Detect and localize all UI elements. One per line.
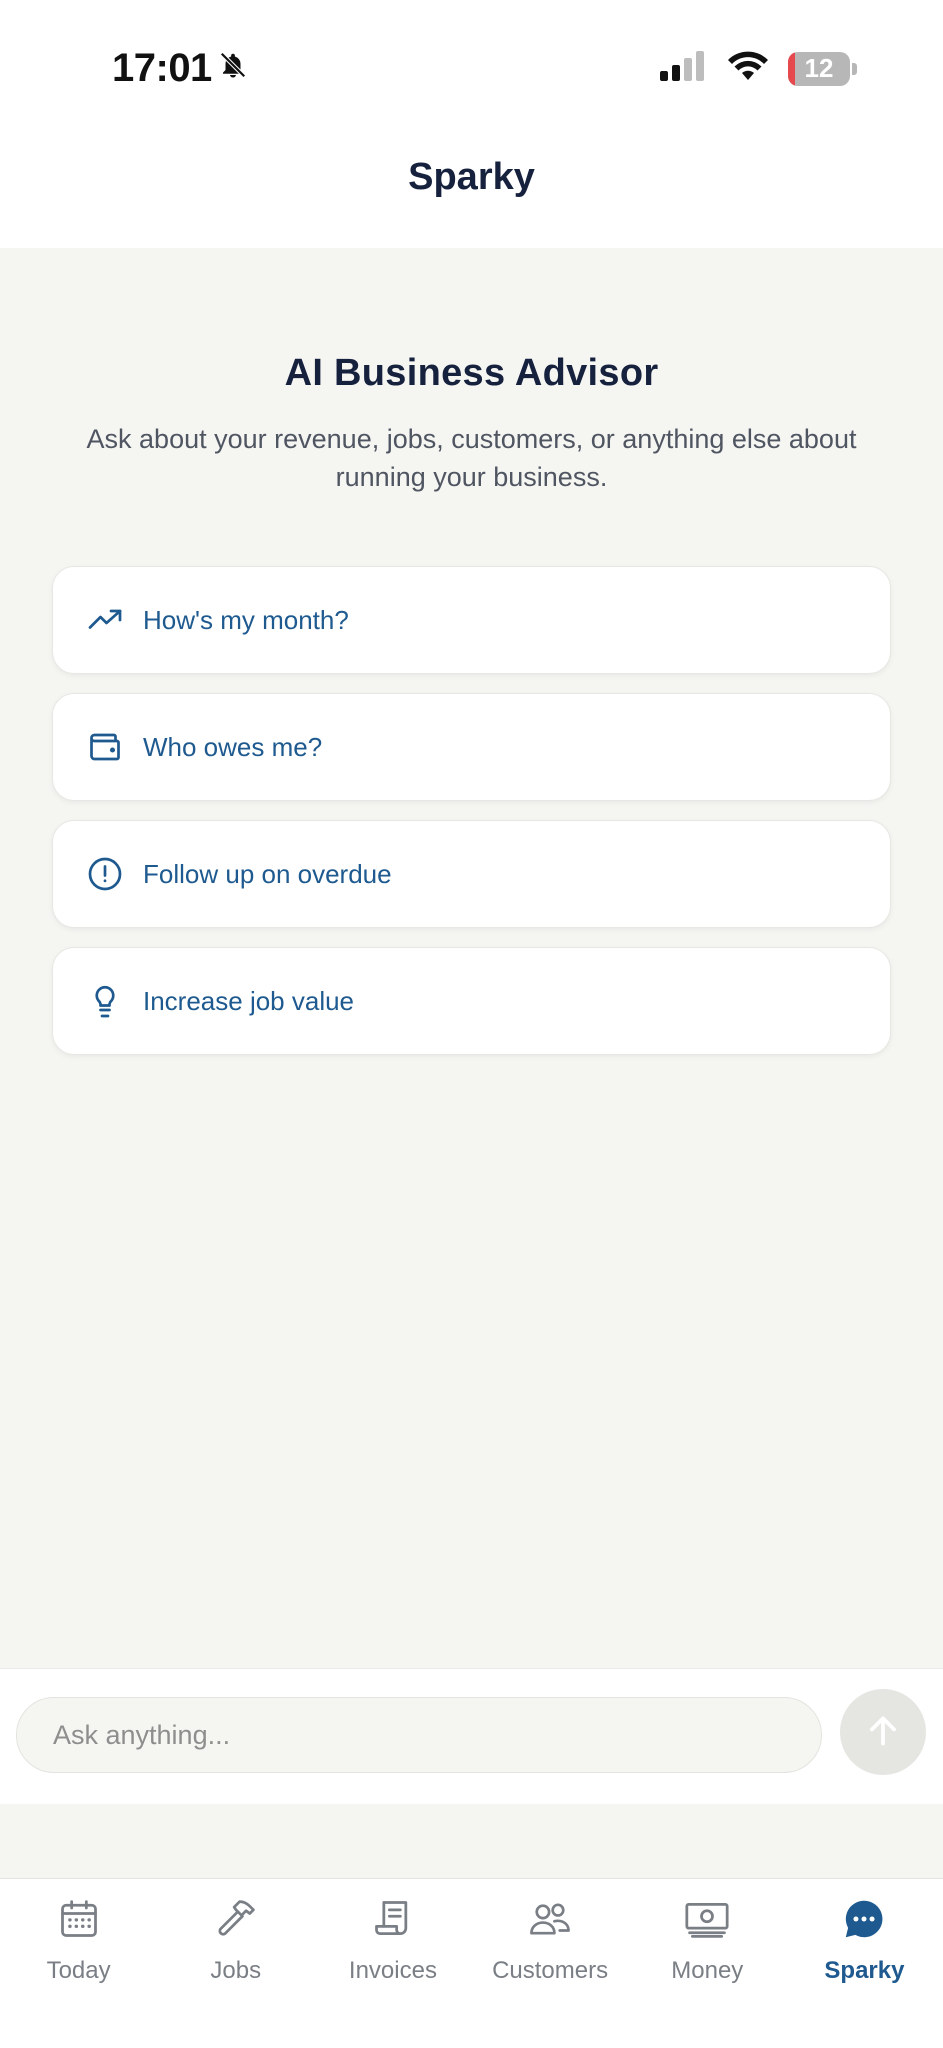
- status-time: 17:01: [112, 46, 248, 91]
- tab-label: Sparky: [824, 1957, 905, 1984]
- suggestion-label: Increase job value: [143, 985, 355, 1016]
- users-icon: [526, 1895, 574, 1943]
- wallet-icon: [87, 729, 123, 765]
- tab-label: Invoices: [348, 1957, 437, 1984]
- tab-label: Jobs: [210, 1957, 262, 1984]
- send-button[interactable]: [840, 1689, 926, 1775]
- suggestion-card-overdue[interactable]: Follow up on overdue: [52, 820, 891, 928]
- bell-slash-icon: [218, 46, 248, 91]
- suggestion-label: How's my month?: [143, 604, 349, 635]
- tab-label: Money: [671, 1957, 744, 1984]
- tab-today[interactable]: Today: [0, 1879, 157, 2048]
- sparky-screen: 17:01 12 Sparky AI Business Advisor Ask …: [0, 0, 943, 2048]
- arrow-up-icon: [864, 1712, 902, 1753]
- suggestion-list: How's my month? Who owes me? Follow up o…: [52, 566, 891, 1074]
- tab-label: Customers: [492, 1957, 609, 1984]
- alert-circle-icon: [87, 856, 123, 892]
- cellular-signal-icon: [660, 51, 708, 86]
- suggestion-label: Follow up on overdue: [143, 858, 392, 889]
- hero-subtitle: Ask about your revenue, jobs, customers,…: [86, 424, 857, 492]
- tab-jobs[interactable]: Jobs: [157, 1879, 314, 2048]
- chat-bubble-icon: [840, 1895, 888, 1943]
- hammer-icon: [212, 1895, 260, 1943]
- tab-bar: Today Jobs Invoices Customers Money Spar…: [0, 1878, 943, 2048]
- suggestion-card-job-value[interactable]: Increase job value: [52, 947, 891, 1055]
- battery-indicator: 12: [788, 51, 850, 86]
- battery-icon: 12: [788, 51, 857, 86]
- tab-invoices[interactable]: Invoices: [314, 1879, 471, 2048]
- tab-money[interactable]: Money: [629, 1879, 786, 2048]
- ask-input[interactable]: [16, 1697, 822, 1773]
- lightbulb-icon: [87, 983, 123, 1019]
- tab-sparky[interactable]: Sparky: [786, 1879, 943, 2048]
- calendar-icon: [55, 1895, 103, 1943]
- suggestion-label: Who owes me?: [143, 731, 323, 762]
- top-bar: 17:01 12 Sparky: [0, 0, 943, 248]
- battery-fill: [788, 51, 795, 86]
- page-title: Sparky: [408, 156, 535, 198]
- battery-level-text: 12: [804, 53, 834, 83]
- trending-up-icon: [87, 602, 123, 638]
- wifi-icon: [726, 50, 770, 87]
- status-time-text: 17:01: [112, 46, 212, 90]
- suggestion-card-owes[interactable]: Who owes me?: [52, 693, 891, 801]
- battery-nub: [852, 62, 857, 75]
- message-composer: [0, 1668, 943, 1804]
- receipt-icon: [369, 1895, 417, 1943]
- tab-customers[interactable]: Customers: [472, 1879, 629, 2048]
- hero-title: AI Business Advisor: [284, 352, 659, 394]
- suggestion-card-month[interactable]: How's my month?: [52, 566, 891, 674]
- banknote-icon: [683, 1895, 731, 1943]
- status-icons: 12: [660, 50, 857, 87]
- tab-label: Today: [46, 1957, 111, 1984]
